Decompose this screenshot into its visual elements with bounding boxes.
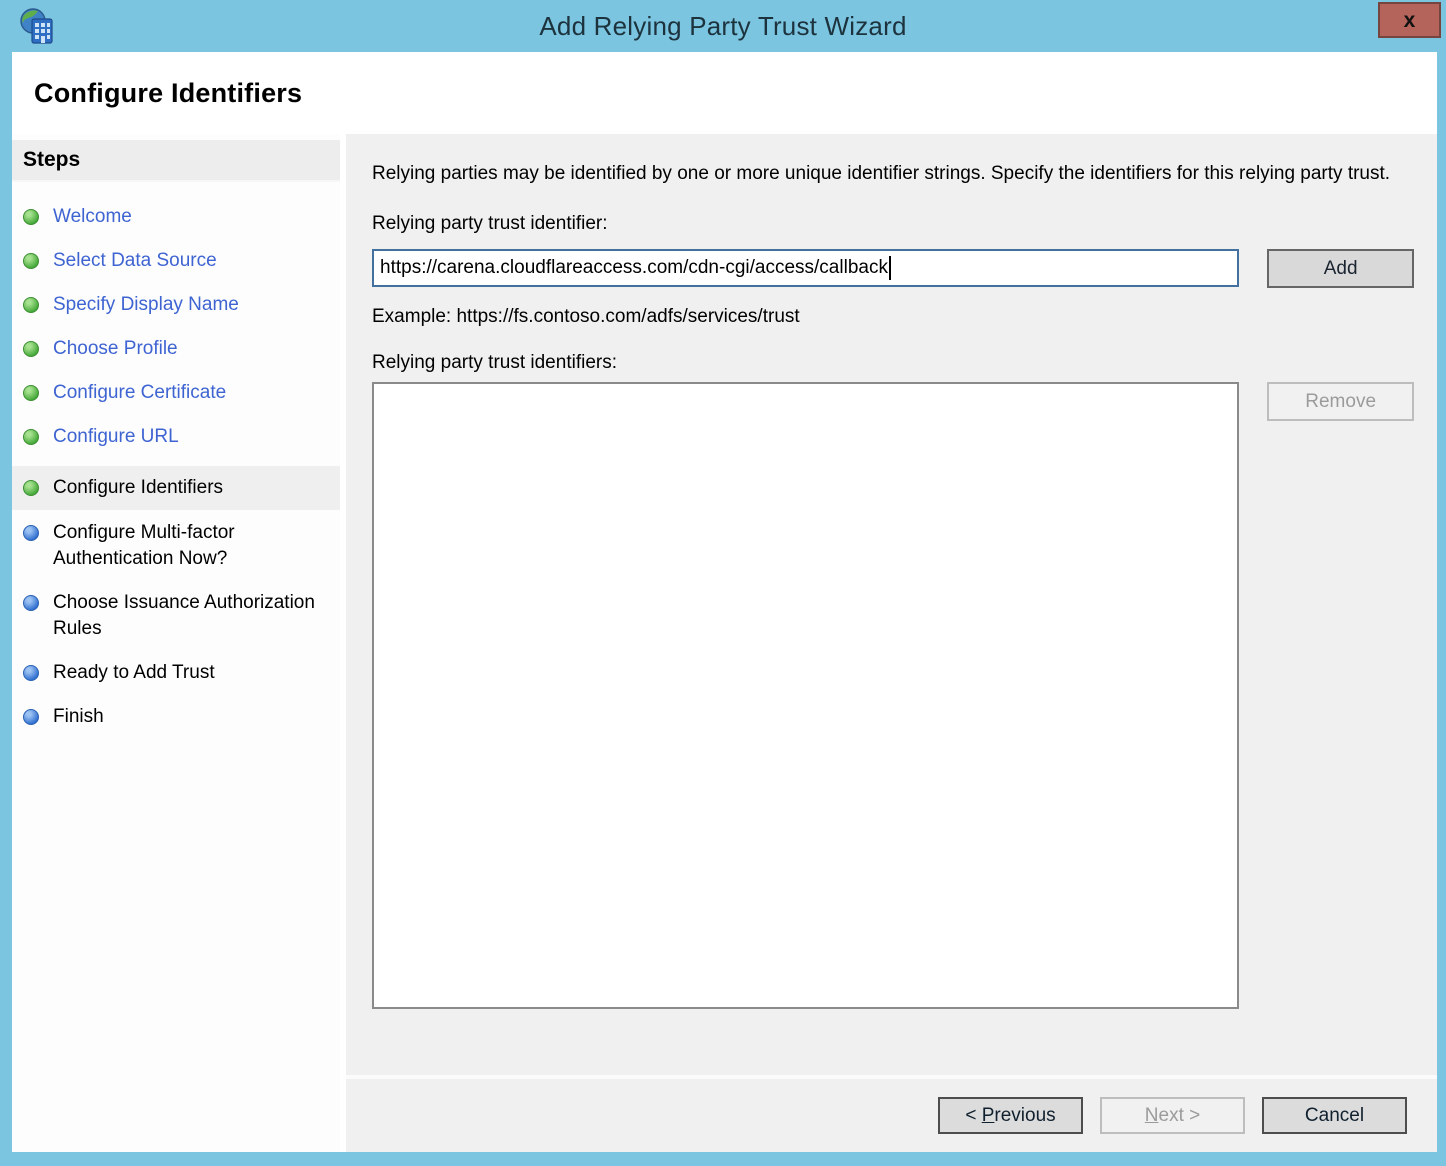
sidebar-item-label: Finish xyxy=(53,704,104,730)
step-status-icon xyxy=(23,525,39,541)
step-status-icon xyxy=(23,709,39,725)
sidebar-item-label: Configure URL xyxy=(53,424,179,450)
step-status-icon xyxy=(23,253,39,269)
sidebar-item-configure-identifiers: Configure Identifiers xyxy=(12,466,340,510)
remove-button[interactable]: Remove xyxy=(1267,382,1414,421)
sidebar-item-finish: Finish xyxy=(12,702,340,732)
sidebar-item-label: Configure Identifiers xyxy=(53,475,223,501)
wizard-surface: Configure Identifiers Steps Welcome Sele… xyxy=(12,52,1437,1152)
sidebar-item-label: Select Data Source xyxy=(53,248,217,274)
identifier-label: Relying party trust identifier: xyxy=(372,213,1414,235)
step-status-icon xyxy=(23,595,39,611)
sidebar-item-specify-display-name[interactable]: Specify Display Name xyxy=(12,290,340,320)
sidebar-item-welcome[interactable]: Welcome xyxy=(12,202,340,232)
identifier-input-value: https://carena.cloudflareaccess.com/cdn-… xyxy=(380,257,888,279)
example-text: Example: https://fs.contoso.com/adfs/ser… xyxy=(372,306,1414,328)
wizard-window: Add Relying Party Trust Wizard x Configu… xyxy=(0,0,1446,1166)
text-caret xyxy=(889,256,891,280)
footer-bar: < Previous Next > Cancel xyxy=(346,1075,1437,1152)
sidebar-item-configure-url[interactable]: Configure URL xyxy=(12,422,340,452)
main-panel: Relying parties may be identified by one… xyxy=(346,134,1437,1075)
intro-text: Relying parties may be identified by one… xyxy=(372,160,1402,187)
identifiers-list-label: Relying party trust identifiers: xyxy=(372,352,1414,374)
step-status-icon xyxy=(23,341,39,357)
titlebar: Add Relying Party Trust Wizard x xyxy=(0,0,1446,52)
identifiers-listbox[interactable] xyxy=(372,382,1239,1009)
sidebar-item-ready-to-add-trust: Ready to Add Trust xyxy=(12,658,340,688)
sidebar-item-choose-profile[interactable]: Choose Profile xyxy=(12,334,340,364)
close-button[interactable]: x xyxy=(1378,2,1441,38)
previous-button[interactable]: < Previous xyxy=(938,1097,1083,1134)
sidebar-item-configure-certificate[interactable]: Configure Certificate xyxy=(12,378,340,408)
sidebar-item-configure-multi-factor-authentication-now: Configure Multi-factor Authentication No… xyxy=(12,518,340,574)
step-status-icon xyxy=(23,209,39,225)
window-title: Add Relying Party Trust Wizard xyxy=(0,0,1446,52)
sidebar-item-label: Choose Profile xyxy=(53,336,178,362)
sidebar-item-label: Ready to Add Trust xyxy=(53,660,215,686)
add-button[interactable]: Add xyxy=(1267,249,1414,288)
steps-heading: Steps xyxy=(12,140,340,182)
sidebar-item-label: Configure Certificate xyxy=(53,380,226,406)
sidebar-item-label: Choose Issuance Authorization Rules xyxy=(53,590,334,642)
steps-sidebar: Steps Welcome Select Data Source Specify… xyxy=(12,134,340,1152)
step-status-icon xyxy=(23,480,39,496)
sidebar-item-label: Specify Display Name xyxy=(53,292,239,318)
step-status-icon xyxy=(23,297,39,313)
sidebar-item-label: Welcome xyxy=(53,204,132,230)
sidebar-item-select-data-source[interactable]: Select Data Source xyxy=(12,246,340,276)
cancel-button[interactable]: Cancel xyxy=(1262,1097,1407,1134)
page-title: Configure Identifiers xyxy=(34,78,302,109)
sidebar-item-choose-issuance-authorization-rules: Choose Issuance Authorization Rules xyxy=(12,588,340,644)
page-header: Configure Identifiers xyxy=(12,52,1437,134)
steps-list: Welcome Select Data Source Specify Displ… xyxy=(12,182,340,732)
step-status-icon xyxy=(23,385,39,401)
sidebar-item-label: Configure Multi-factor Authentication No… xyxy=(53,520,334,572)
identifier-input[interactable]: https://carena.cloudflareaccess.com/cdn-… xyxy=(372,249,1239,287)
next-button[interactable]: Next > xyxy=(1100,1097,1245,1134)
step-status-icon xyxy=(23,665,39,681)
step-status-icon xyxy=(23,429,39,445)
